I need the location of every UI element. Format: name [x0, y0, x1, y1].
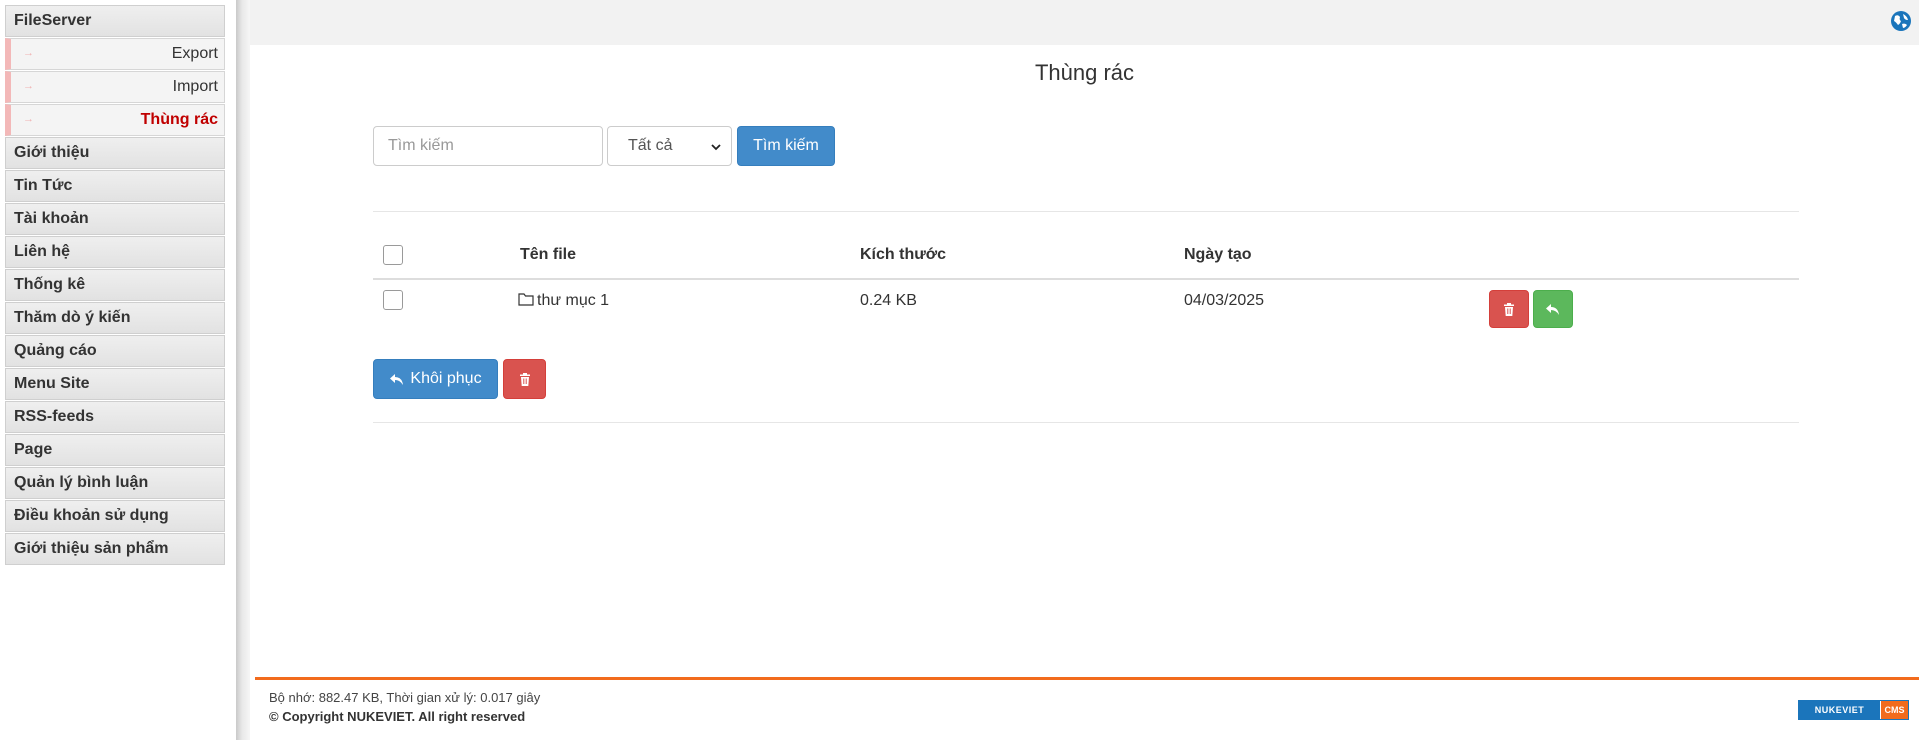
badge-label-cms: CMS [1880, 701, 1908, 719]
file-date-cell: 04/03/2025 [1184, 292, 1265, 309]
restore-row-button[interactable] [1533, 290, 1573, 328]
footer-copyright: © Copyright NUKEVIET. All right reserved [269, 709, 526, 724]
divider [373, 211, 1799, 212]
sidebar-item-menu-site[interactable]: Menu Site [5, 368, 225, 400]
trash-icon [1504, 302, 1514, 316]
sidebar-subitem-label: Import [172, 78, 218, 95]
file-size-cell: 0.24 KB [860, 292, 917, 309]
sidebar-subitem-label: Export [171, 45, 218, 62]
footer-divider [255, 677, 1919, 680]
sidebar-subitem-import[interactable]: → Import [5, 71, 225, 103]
sidebar-divider [236, 0, 250, 740]
top-bar [250, 0, 1919, 45]
sidebar-item-page[interactable]: Page [5, 434, 225, 466]
sidebar-item-news[interactable]: Tin Tức [5, 170, 225, 202]
select-all-checkbox[interactable] [383, 245, 403, 265]
sidebar-item-contact[interactable]: Liên hệ [5, 236, 225, 268]
delete-row-button[interactable] [1489, 290, 1529, 328]
table-header-border [373, 278, 1799, 280]
badge-label: NUKEVIET [1814, 705, 1865, 715]
footer-stats: Bộ nhớ: 882.47 KB, Thời gian xử lý: 0.01… [269, 690, 541, 705]
restore-selected-button[interactable]: Khôi phục [373, 359, 498, 399]
sidebar-menu: FileServer → Export → Import → Thùng rác… [5, 5, 225, 566]
restore-label: Khôi phục [410, 370, 482, 387]
file-name-cell[interactable]: thư mục 1 [518, 292, 609, 310]
sidebar-item-fileserver[interactable]: FileServer [5, 5, 225, 37]
search-input[interactable] [373, 126, 603, 166]
sidebar-item-terms[interactable]: Điều khoản sử dụng [5, 500, 225, 532]
sidebar-item-products[interactable]: Giới thiệu sản phẩm [5, 533, 225, 565]
sidebar-item-rss[interactable]: RSS-feeds [5, 401, 225, 433]
arrow-right-icon: → [23, 113, 34, 125]
folder-icon [518, 293, 534, 306]
page-title: Thùng rác [1034, 60, 1135, 85]
reply-icon [390, 373, 404, 385]
delete-selected-button[interactable] [503, 359, 546, 399]
row-checkbox[interactable] [383, 290, 403, 310]
sidebar-subitem-export[interactable]: → Export [5, 38, 225, 70]
sidebar-item-account[interactable]: Tài khoản [5, 203, 225, 235]
sidebar-subitem-label: Thùng rác [140, 111, 218, 128]
reply-icon [1546, 303, 1559, 315]
filter-selected-value: Tất cả [628, 137, 673, 154]
search-button[interactable]: Tìm kiếm [737, 126, 835, 166]
sidebar-subitem-trash[interactable]: → Thùng rác [5, 104, 225, 136]
filter-select[interactable]: Tất cả [607, 126, 732, 166]
sidebar-item-ads[interactable]: Quảng cáo [5, 335, 225, 367]
nukeviet-badge[interactable]: NUKEVIET CMS [1798, 700, 1909, 720]
column-header-date[interactable]: Ngày tạo [1184, 246, 1252, 264]
globe-icon[interactable] [1891, 11, 1911, 31]
trash-icon [519, 372, 530, 386]
sidebar-item-statistics[interactable]: Thống kê [5, 269, 225, 301]
divider [373, 422, 1799, 423]
file-name: thư mục 1 [537, 292, 610, 309]
sidebar-item-voting[interactable]: Thăm dò ý kiến [5, 302, 225, 334]
arrow-right-icon: → [23, 80, 34, 92]
chevron-down-icon [711, 144, 721, 151]
sidebar: FileServer → Export → Import → Thùng rác… [0, 0, 236, 740]
sidebar-item-comments[interactable]: Quản lý bình luận [5, 467, 225, 499]
column-header-name[interactable]: Tên file [520, 246, 576, 264]
column-header-size[interactable]: Kích thước [860, 246, 946, 264]
sidebar-item-about[interactable]: Giới thiệu [5, 137, 225, 169]
arrow-right-icon: → [23, 47, 34, 59]
